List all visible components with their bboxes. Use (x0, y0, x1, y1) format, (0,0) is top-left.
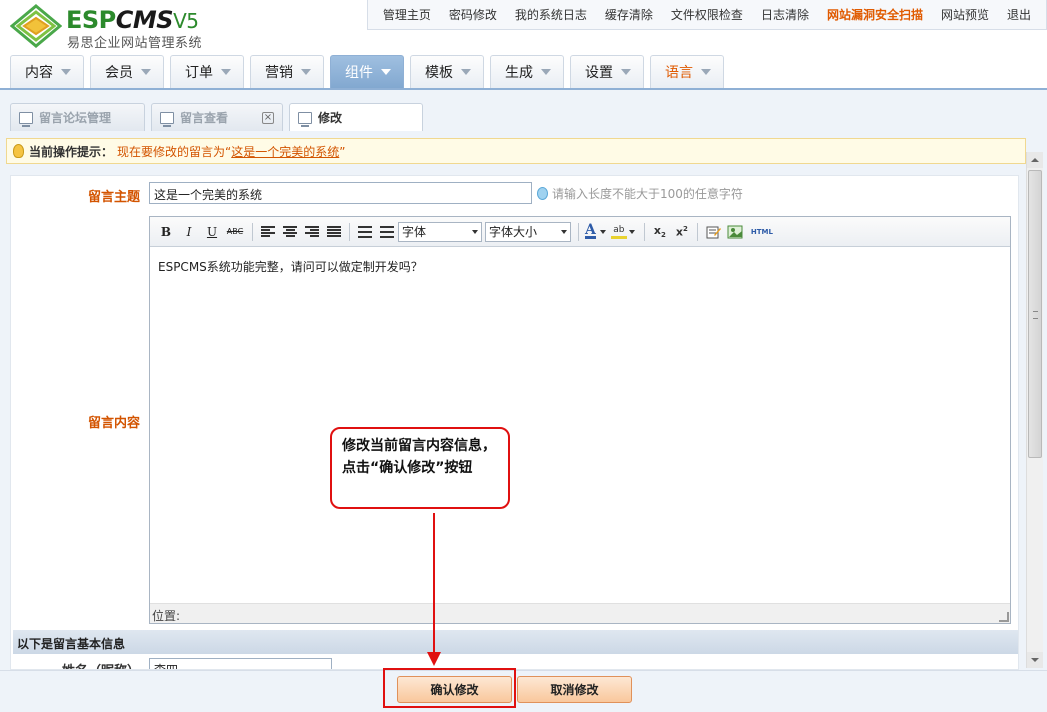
nav-templates[interactable]: 模板 (410, 55, 484, 88)
nav-settings[interactable]: 设置 (570, 55, 644, 88)
logo-title: ESPCMSV5 (66, 6, 199, 34)
chevron-down-icon (61, 69, 71, 75)
top-link-home[interactable]: 管理主页 (383, 6, 431, 23)
window-icon (19, 111, 33, 127)
annotation-arrow-head (427, 652, 441, 666)
top-link-clear-cache[interactable]: 缓存清除 (605, 6, 653, 23)
underline-icon[interactable]: U (202, 222, 222, 242)
top-link-my-log[interactable]: 我的系统日志 (515, 6, 587, 23)
align-center-icon[interactable] (283, 225, 297, 238)
font-color-icon[interactable]: A (585, 223, 596, 239)
top-link-security-scan[interactable]: 网站漏洞安全扫描 (827, 6, 923, 23)
bullet-list-icon[interactable] (358, 225, 372, 238)
top-link-preview[interactable]: 网站预览 (941, 6, 989, 23)
chevron-down-icon[interactable] (599, 229, 606, 234)
rich-text-editor: B I U ABC 字体 字体大小 A ab x2 x2 HTML ESPCMS (149, 216, 1011, 624)
top-links: 管理主页 密码修改 我的系统日志 缓存清除 文件权限检查 日志清除 网站漏洞安全… (366, 0, 1047, 30)
subject-label: 留言主题 (87, 190, 140, 205)
lightbulb-icon (13, 144, 24, 158)
window-icon (160, 111, 174, 127)
bold-icon[interactable]: B (156, 222, 176, 242)
confirm-highlight-box (383, 668, 516, 708)
close-icon[interactable]: × (262, 111, 274, 124)
chevron-down-icon (701, 69, 711, 75)
chevron-down-icon (381, 69, 391, 75)
vertical-scrollbar[interactable] (1026, 152, 1043, 668)
resize-handle-icon[interactable] (999, 612, 1009, 622)
numbered-list-icon[interactable] (380, 225, 394, 238)
top-link-clear-log[interactable]: 日志清除 (761, 6, 809, 23)
nav-content[interactable]: 内容 (10, 55, 84, 88)
name-label: 姓名（昵称） (62, 660, 140, 669)
chevron-down-icon (301, 69, 311, 75)
scroll-thumb[interactable] (1028, 170, 1042, 458)
name-input[interactable]: 李四 (149, 658, 332, 669)
chevron-down-icon (621, 69, 631, 75)
edit-note-icon[interactable] (705, 224, 721, 240)
chevron-down-icon[interactable] (628, 229, 635, 234)
chevron-down-icon (221, 69, 231, 75)
annotation-callout: 修改当前留言内容信息，点击“确认修改”按钮 (330, 427, 510, 509)
chevron-down-icon (141, 69, 151, 75)
strikethrough-icon[interactable]: ABC (225, 222, 245, 242)
logo-mark-icon (10, 4, 62, 48)
chevron-down-icon (472, 229, 478, 234)
tab-edit[interactable]: 修改 (289, 103, 423, 131)
align-right-icon[interactable] (305, 225, 319, 238)
align-left-icon[interactable] (261, 225, 275, 238)
nav-members[interactable]: 会员 (90, 55, 164, 88)
chevron-down-icon (561, 229, 567, 234)
cancel-button[interactable]: 取消修改 (517, 676, 632, 703)
edit-form: 留言主题 这是一个完美的系统 请输入长度不能大于100的任意字符 留言内容 B … (10, 175, 1019, 670)
top-link-password[interactable]: 密码修改 (449, 6, 497, 23)
nav-orders[interactable]: 订单 (170, 55, 244, 88)
subject-input[interactable]: 这是一个完美的系统 (149, 182, 532, 204)
tab-guestbook-manage[interactable]: 留言论坛管理 (10, 103, 145, 131)
chevron-down-icon (461, 69, 471, 75)
nav-components[interactable]: 组件 (330, 55, 404, 88)
logo[interactable]: ESPCMSV5 易思企业网站管理系统 (10, 4, 230, 51)
tab-bar: 留言论坛管理 留言查看 × 修改 (10, 103, 429, 131)
operation-tip: 当前操作提示： 现在要修改的留言为“这是一个完美的系统” (6, 138, 1026, 164)
annotation-arrow (433, 513, 435, 656)
top-link-file-permission[interactable]: 文件权限检查 (671, 6, 743, 23)
html-source-icon[interactable]: HTML (751, 228, 773, 236)
italic-icon[interactable]: I (179, 222, 199, 242)
image-icon[interactable] (727, 224, 743, 240)
font-size-select[interactable]: 字体大小 (485, 221, 571, 242)
highlight-color-icon[interactable]: ab (610, 225, 627, 239)
logo-subtitle: 易思企业网站管理系统 (67, 36, 203, 51)
font-select[interactable]: 字体 (398, 221, 482, 242)
superscript-icon[interactable]: x2 (676, 225, 688, 239)
scroll-down-icon[interactable] (1027, 652, 1043, 668)
subject-hint: 请输入长度不能大于100的任意字符 (537, 185, 743, 202)
header: ESPCMSV5 易思企业网站管理系统 管理主页 密码修改 我的系统日志 缓存清… (0, 0, 1047, 90)
chevron-down-icon (541, 69, 551, 75)
tip-message: 现在要修改的留言为“这是一个完美的系统” (117, 144, 346, 159)
subscript-icon[interactable]: x2 (654, 224, 666, 239)
editor-content[interactable]: ESPCMS系统功能完整，请问可以做定制开发吗？ (150, 248, 1010, 603)
top-link-logout[interactable]: 退出 (1007, 6, 1031, 23)
tab-guestbook-view[interactable]: 留言查看 × (151, 103, 283, 131)
section-header: 以下是留言基本信息 (13, 630, 1018, 654)
nav-generate[interactable]: 生成 (490, 55, 564, 88)
scroll-up-icon[interactable] (1027, 152, 1043, 168)
editor-toolbar: B I U ABC 字体 字体大小 A ab x2 x2 HTML (150, 217, 1010, 247)
nav-language[interactable]: 语言 (650, 55, 724, 88)
nav-marketing[interactable]: 营销 (250, 55, 324, 88)
hint-bulb-icon (537, 187, 548, 200)
main-nav: 内容 会员 订单 营销 组件 模板 生成 设置 语言 (10, 55, 730, 88)
align-justify-icon[interactable] (327, 225, 341, 238)
editor-status: 位置: (150, 603, 1010, 623)
window-icon (298, 111, 312, 127)
content-label: 留言内容 (87, 416, 140, 431)
